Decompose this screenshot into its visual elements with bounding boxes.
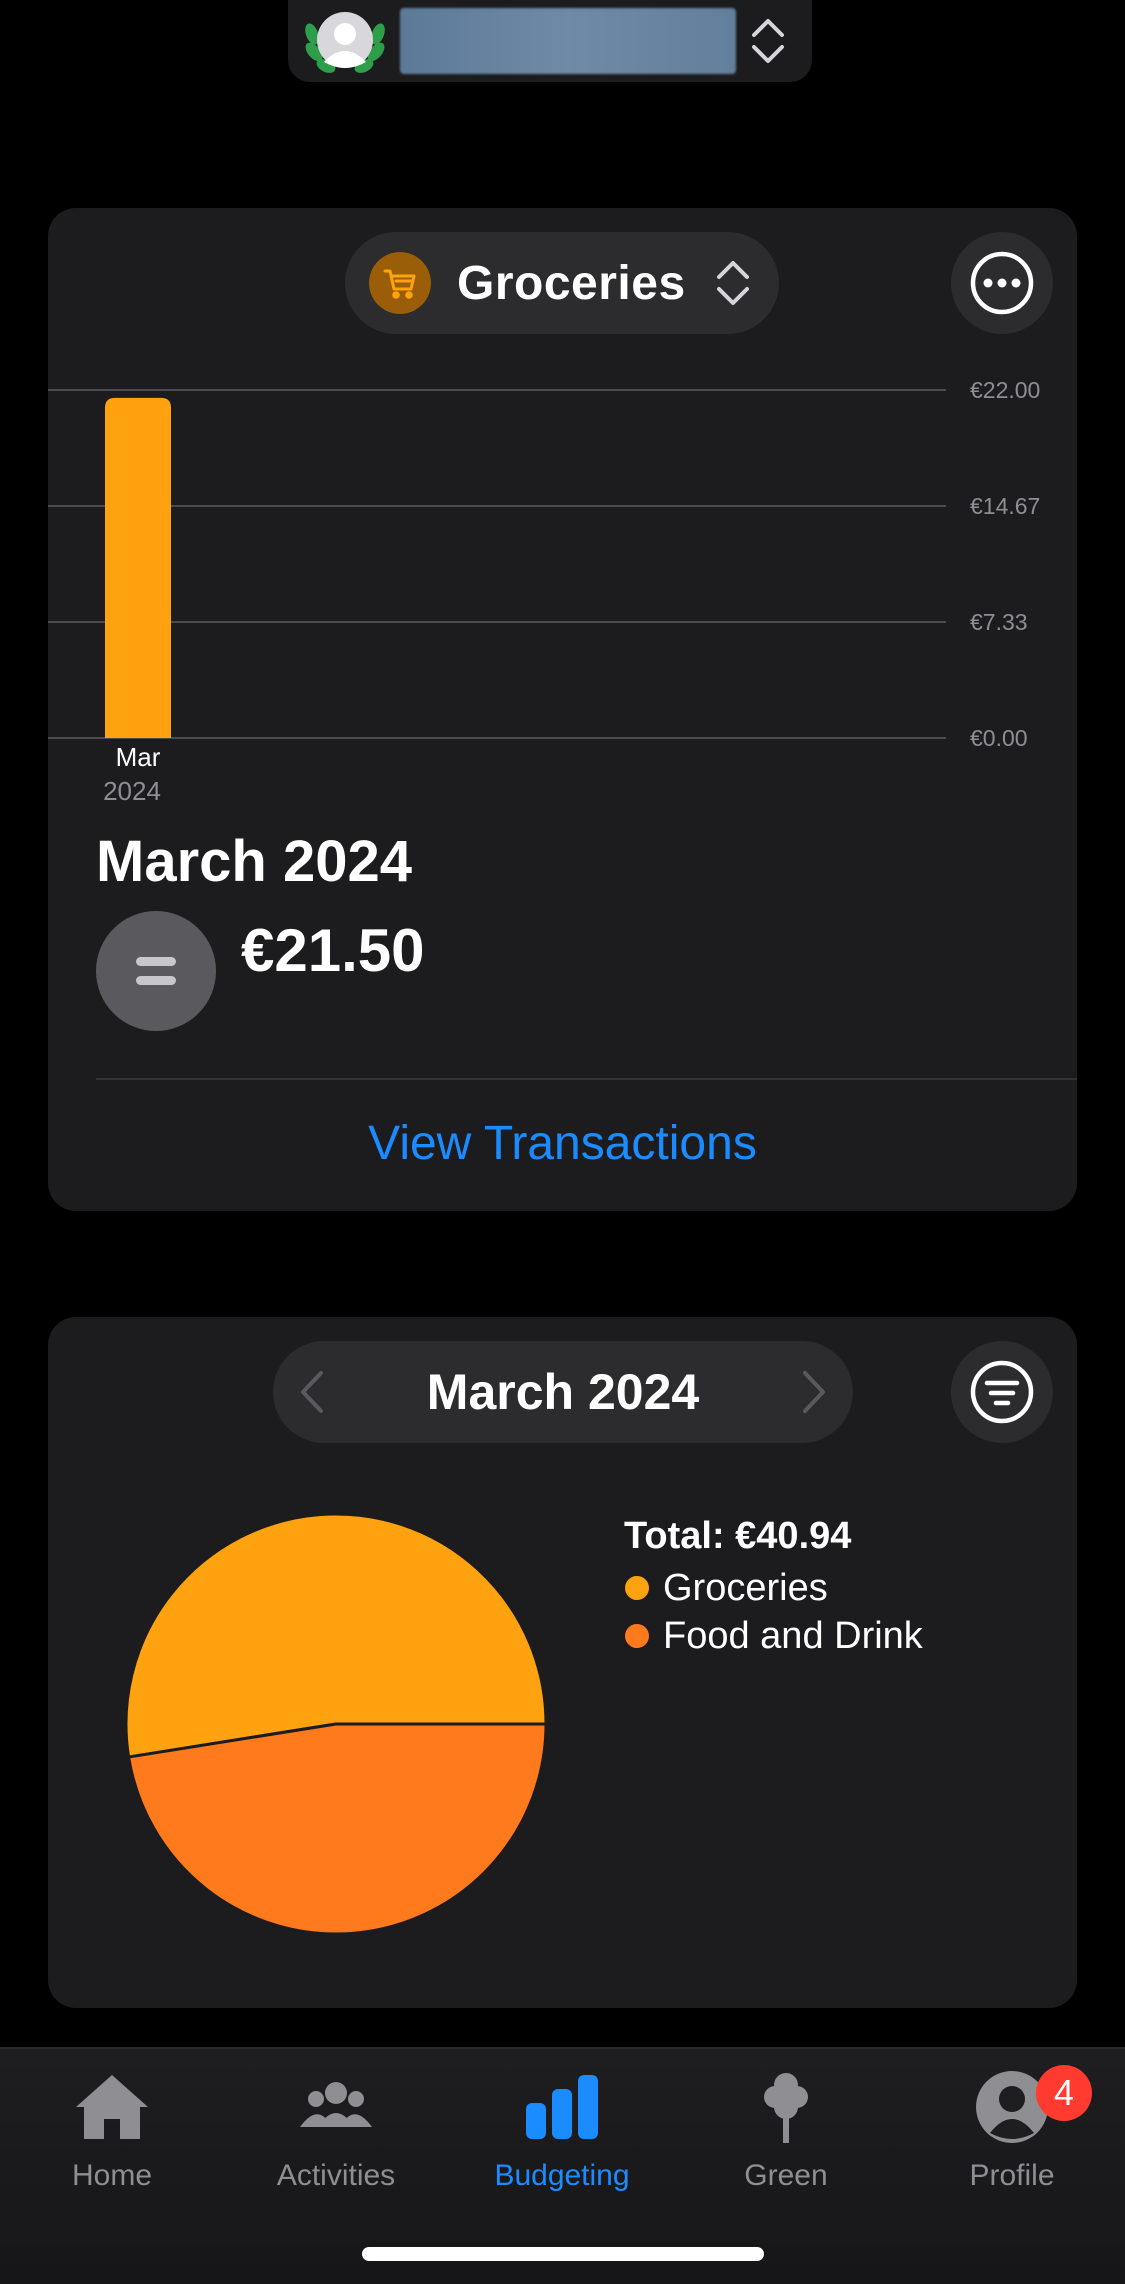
tab-home[interactable]: Home: [12, 2069, 212, 2209]
category-breakdown-card: March 2024 Total: €40.94 Groceries Food …: [48, 1317, 1077, 2008]
home-indicator[interactable]: [362, 2247, 764, 2261]
x-tick-label: Mar: [116, 742, 161, 772]
legend-label: Food and Drink: [663, 1614, 923, 1657]
tab-activities[interactable]: Activities: [236, 2069, 436, 2209]
legend-item-groceries: Groceries: [624, 1564, 923, 1612]
y-tick-label: €7.33: [970, 609, 1028, 635]
pie-slice[interactable]: [127, 1722, 548, 1936]
legend-label: Groceries: [663, 1566, 828, 1609]
category-pie-chart: [122, 1510, 550, 1938]
legend-dot: [625, 1576, 649, 1600]
chevron-up-down-icon[interactable]: [748, 11, 788, 71]
legend-total: Total: €40.94: [624, 1515, 852, 1557]
notification-badge: 4: [1036, 2065, 1092, 2121]
x-tick-sublabel: 2024: [103, 776, 161, 806]
account-name-redacted: [400, 8, 736, 74]
filter-button[interactable]: [951, 1341, 1053, 1443]
pie-legend: Total: €40.94 Groceries Food and Drink: [624, 1515, 923, 1660]
divider: [96, 1078, 1077, 1080]
tab-label: Home: [71, 2159, 153, 2192]
bar[interactable]: [105, 397, 171, 738]
budgeting-screen: Groceries €22.00 €14.67 €7.33 €0.00 Mar 2024 …: [0, 0, 1125, 2284]
avatar-wreath-icon: [302, 4, 388, 78]
tab-budgeting[interactable]: Budgeting: [462, 2069, 662, 2209]
tab-label: Activities: [276, 2159, 396, 2192]
category-label: Groceries: [457, 256, 686, 310]
category-selector[interactable]: Groceries: [345, 232, 779, 334]
tab-profile[interactable]: Profile 4: [912, 2065, 1112, 2209]
budget-card: Groceries €22.00 €14.67 €7.33 €0.00 Mar 2024 …: [48, 208, 1077, 1211]
y-tick-label: €0.00: [970, 725, 1028, 751]
pie-slice[interactable]: [124, 1512, 548, 1759]
more-options-button[interactable]: [951, 232, 1053, 334]
house-icon: [76, 2075, 148, 2139]
chevron-right-icon[interactable]: [799, 1367, 829, 1417]
monthly-bar-chart: €22.00 €14.67 €7.33 €0.00 Mar 2024: [48, 358, 1077, 1018]
chevron-up-down-icon: [713, 255, 753, 311]
month-label: March 2024: [426, 1364, 700, 1420]
people-icon: [300, 2082, 372, 2127]
tab-label: Green: [744, 2159, 828, 2192]
y-tick-label: €22.00: [970, 377, 1040, 403]
chevron-left-icon[interactable]: [297, 1367, 327, 1417]
tab-label: Budgeting: [494, 2159, 630, 2192]
filter-lines-icon: [970, 1360, 1034, 1424]
y-tick-label: €14.67: [970, 493, 1040, 519]
legend-item-food-and-drink: Food and Drink: [624, 1612, 923, 1660]
period-title: March 2024: [96, 829, 412, 894]
tab-green[interactable]: Green: [686, 2069, 886, 2209]
ellipsis-circle-icon: [970, 251, 1034, 315]
legend-dot: [625, 1624, 649, 1648]
account-switcher[interactable]: [288, 0, 812, 82]
equal-icon: [96, 911, 216, 1031]
month-selector: March 2024: [273, 1341, 853, 1443]
view-transactions-button[interactable]: View Transactions: [48, 1116, 1077, 1171]
shopping-cart-icon: [369, 252, 431, 314]
tab-label: Profile: [969, 2159, 1055, 2192]
bar-chart-icon: [526, 2075, 598, 2139]
spent-amount: €21.50: [241, 917, 425, 984]
tree-icon: [764, 2073, 808, 2143]
